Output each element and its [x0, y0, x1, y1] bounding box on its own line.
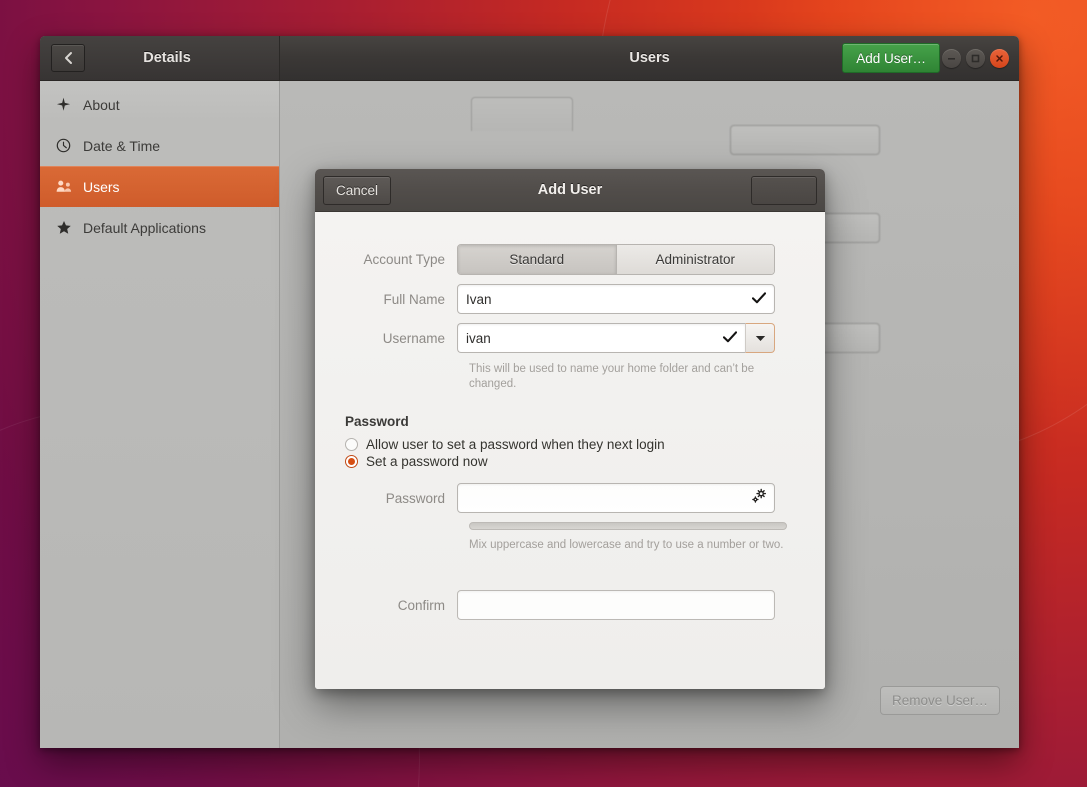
account-type-administrator[interactable]: Administrator: [615, 245, 774, 274]
radio-set-password-now-label: Set a password now: [366, 454, 488, 469]
close-button[interactable]: [990, 48, 1009, 68]
sidebar-item-label: Date & Time: [83, 137, 161, 154]
username-label: Username: [382, 330, 445, 346]
username-combobox: ivan: [457, 323, 775, 353]
username-input[interactable]: ivan: [457, 323, 745, 353]
users-icon: [56, 179, 80, 194]
sparkle-icon: [56, 97, 80, 112]
back-button[interactable]: [51, 44, 85, 72]
titlebar-left-pane: Details: [40, 36, 280, 80]
account-type-segmented: Standard Administrator: [457, 244, 775, 275]
radio-selected-icon: [345, 455, 358, 468]
minimize-icon: [947, 54, 956, 63]
sidebar: About Date & Time Users Default Applicat…: [40, 81, 280, 748]
checkmark-icon: [722, 330, 738, 346]
settings-window: Details Users Add User… About Date & Tim…: [40, 36, 1019, 748]
remove-user-button[interactable]: Remove User…: [879, 686, 1000, 715]
add-user-button[interactable]: Add User…: [842, 43, 940, 73]
clock-icon: [56, 138, 80, 153]
username-row: Username ivan: [339, 323, 801, 353]
password-strength-hint: Mix uppercase and lowercase and try to u…: [469, 539, 784, 551]
password-input[interactable]: [457, 483, 775, 513]
password-section-title: Password: [345, 414, 409, 429]
maximize-button[interactable]: [966, 48, 985, 68]
titlebar-right-pane: Users Add User…: [280, 36, 1019, 80]
chevron-down-icon: [755, 329, 766, 347]
add-user-dialog: Cancel Add User Account Type Standard Ad…: [315, 169, 825, 689]
radio-allow-password-later-label: Allow user to set a password when they n…: [366, 437, 665, 452]
full-name-value: Ivan: [466, 291, 492, 307]
dialog-header: Cancel Add User: [315, 169, 825, 212]
full-name-row: Full Name Ivan: [339, 284, 801, 314]
sidebar-item-label: Users: [83, 178, 120, 195]
username-value: ivan: [466, 330, 491, 346]
full-name-label: Full Name: [383, 291, 445, 307]
sidebar-item-label: Default Applications: [83, 219, 206, 236]
window-titlebar: Details Users Add User…: [40, 36, 1019, 81]
background-tab: [471, 97, 573, 131]
sidebar-item-label: About: [83, 96, 120, 113]
star-icon: [56, 220, 80, 235]
account-type-standard[interactable]: Standard: [458, 245, 616, 274]
chevron-left-icon: [63, 51, 74, 65]
dialog-title: Add User: [537, 182, 603, 198]
gear-icon[interactable]: [751, 488, 767, 509]
password-row: Password: [339, 483, 801, 513]
radio-set-password-now[interactable]: Set a password now: [345, 454, 801, 469]
sidebar-item-users[interactable]: Users: [40, 166, 279, 207]
radio-allow-password-later[interactable]: Allow user to set a password when they n…: [345, 437, 801, 452]
username-hint: This will be used to name your home fold…: [469, 363, 755, 390]
dialog-body: Account Type Standard Administrator Full…: [315, 212, 825, 689]
close-icon: [995, 54, 1004, 63]
sidebar-item-about[interactable]: About: [40, 84, 279, 125]
username-dropdown-button[interactable]: [745, 323, 775, 353]
radio-unselected-icon: [345, 438, 358, 451]
checkmark-icon: [751, 291, 767, 307]
password-strength-bar: [469, 522, 787, 530]
add-confirm-button[interactable]: [751, 175, 817, 205]
confirm-input[interactable]: [457, 590, 775, 620]
confirm-label: Confirm: [397, 597, 445, 613]
window-controls: [942, 48, 1009, 68]
account-type-label: Account Type: [363, 252, 445, 267]
password-label: Password: [385, 490, 445, 506]
confirm-row: Confirm: [339, 590, 801, 620]
background-field: [730, 125, 880, 155]
account-type-row: Account Type Standard Administrator: [339, 244, 801, 275]
maximize-icon: [971, 54, 980, 63]
cancel-button[interactable]: Cancel: [323, 175, 392, 205]
sidebar-panel-title: Details: [143, 50, 191, 66]
sidebar-item-date-time[interactable]: Date & Time: [40, 125, 279, 166]
sidebar-item-default-applications[interactable]: Default Applications: [40, 207, 279, 248]
full-name-input[interactable]: Ivan: [457, 284, 775, 314]
minimize-button[interactable]: [942, 48, 961, 68]
